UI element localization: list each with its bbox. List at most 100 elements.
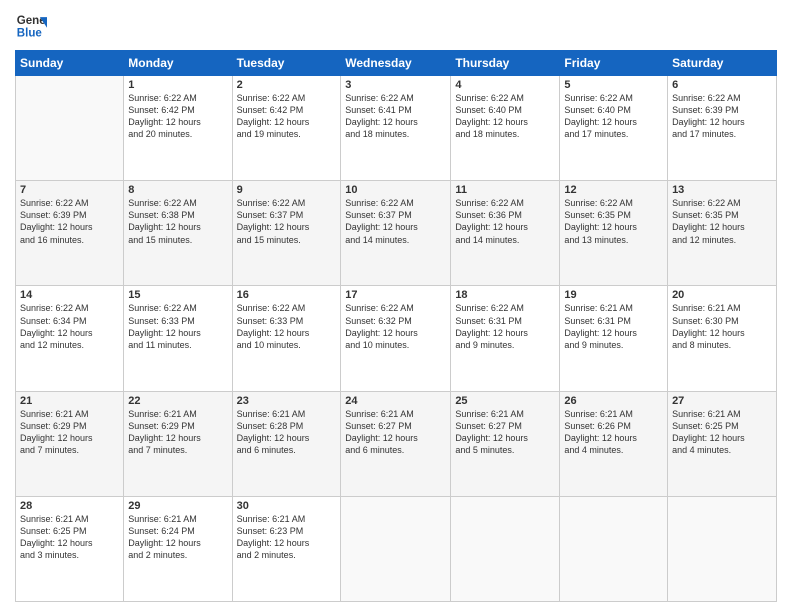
- calendar-cell: 15Sunrise: 6:22 AM Sunset: 6:33 PM Dayli…: [124, 286, 232, 391]
- day-info: Sunrise: 6:21 AM Sunset: 6:25 PM Dayligh…: [20, 513, 119, 562]
- calendar-cell: 2Sunrise: 6:22 AM Sunset: 6:42 PM Daylig…: [232, 76, 341, 181]
- day-number: 19: [564, 289, 663, 301]
- calendar-cell: [16, 76, 124, 181]
- calendar-week-row: 21Sunrise: 6:21 AM Sunset: 6:29 PM Dayli…: [16, 391, 777, 496]
- calendar-cell: 11Sunrise: 6:22 AM Sunset: 6:36 PM Dayli…: [451, 181, 560, 286]
- day-number: 30: [237, 500, 337, 512]
- calendar-cell: [341, 496, 451, 601]
- day-info: Sunrise: 6:22 AM Sunset: 6:37 PM Dayligh…: [237, 197, 337, 246]
- day-info: Sunrise: 6:22 AM Sunset: 6:38 PM Dayligh…: [128, 197, 227, 246]
- day-number: 3: [345, 79, 446, 91]
- day-number: 11: [455, 184, 555, 196]
- day-info: Sunrise: 6:21 AM Sunset: 6:29 PM Dayligh…: [128, 408, 227, 457]
- day-info: Sunrise: 6:21 AM Sunset: 6:27 PM Dayligh…: [455, 408, 555, 457]
- day-info: Sunrise: 6:22 AM Sunset: 6:35 PM Dayligh…: [564, 197, 663, 246]
- day-number: 22: [128, 395, 227, 407]
- calendar-day-header: Sunday: [16, 51, 124, 76]
- day-info: Sunrise: 6:21 AM Sunset: 6:25 PM Dayligh…: [672, 408, 772, 457]
- calendar-day-header: Monday: [124, 51, 232, 76]
- day-info: Sunrise: 6:21 AM Sunset: 6:27 PM Dayligh…: [345, 408, 446, 457]
- calendar-cell: 16Sunrise: 6:22 AM Sunset: 6:33 PM Dayli…: [232, 286, 341, 391]
- calendar-cell: 7Sunrise: 6:22 AM Sunset: 6:39 PM Daylig…: [16, 181, 124, 286]
- svg-text:General: General: [17, 15, 47, 27]
- calendar-cell: 26Sunrise: 6:21 AM Sunset: 6:26 PM Dayli…: [560, 391, 668, 496]
- day-info: Sunrise: 6:22 AM Sunset: 6:34 PM Dayligh…: [20, 302, 119, 351]
- day-number: 9: [237, 184, 337, 196]
- calendar-cell: 3Sunrise: 6:22 AM Sunset: 6:41 PM Daylig…: [341, 76, 451, 181]
- calendar: SundayMondayTuesdayWednesdayThursdayFrid…: [15, 50, 777, 602]
- calendar-cell: 30Sunrise: 6:21 AM Sunset: 6:23 PM Dayli…: [232, 496, 341, 601]
- calendar-cell: 8Sunrise: 6:22 AM Sunset: 6:38 PM Daylig…: [124, 181, 232, 286]
- day-number: 10: [345, 184, 446, 196]
- day-info: Sunrise: 6:22 AM Sunset: 6:33 PM Dayligh…: [128, 302, 227, 351]
- day-info: Sunrise: 6:21 AM Sunset: 6:24 PM Dayligh…: [128, 513, 227, 562]
- day-info: Sunrise: 6:21 AM Sunset: 6:23 PM Dayligh…: [237, 513, 337, 562]
- day-number: 18: [455, 289, 555, 301]
- calendar-cell: 21Sunrise: 6:21 AM Sunset: 6:29 PM Dayli…: [16, 391, 124, 496]
- calendar-cell: 25Sunrise: 6:21 AM Sunset: 6:27 PM Dayli…: [451, 391, 560, 496]
- calendar-cell: 13Sunrise: 6:22 AM Sunset: 6:35 PM Dayli…: [668, 181, 777, 286]
- header: General Blue: [15, 10, 777, 42]
- calendar-body: 1 Sunrise: 6:22 AM Sunset: 6:42 PM Daylig…: [16, 76, 777, 602]
- calendar-cell: 6Sunrise: 6:22 AM Sunset: 6:39 PM Daylig…: [668, 76, 777, 181]
- day-number: 15: [128, 289, 227, 301]
- day-number: 24: [345, 395, 446, 407]
- svg-text:Blue: Blue: [17, 28, 43, 40]
- day-info: Sunrise: 6:21 AM Sunset: 6:28 PM Dayligh…: [237, 408, 337, 457]
- day-number: 13: [672, 184, 772, 196]
- calendar-cell: 24Sunrise: 6:21 AM Sunset: 6:27 PM Dayli…: [341, 391, 451, 496]
- day-info: Sunrise: 6:21 AM Sunset: 6:31 PM Dayligh…: [564, 302, 663, 351]
- calendar-cell: 17Sunrise: 6:22 AM Sunset: 6:32 PM Dayli…: [341, 286, 451, 391]
- day-number: 20: [672, 289, 772, 301]
- day-number: 23: [237, 395, 337, 407]
- calendar-cell: [451, 496, 560, 601]
- day-number: 21: [20, 395, 119, 407]
- calendar-day-header: Wednesday: [341, 51, 451, 76]
- day-info: Sunrise: 6:22 AM Sunset: 6:39 PM Dayligh…: [672, 92, 772, 141]
- calendar-day-header: Saturday: [668, 51, 777, 76]
- day-number: 14: [20, 289, 119, 301]
- day-number: 26: [564, 395, 663, 407]
- day-number: 16: [237, 289, 337, 301]
- calendar-cell: 29Sunrise: 6:21 AM Sunset: 6:24 PM Dayli…: [124, 496, 232, 601]
- day-info: Sunrise: 6:22 AM Sunset: 6:35 PM Dayligh…: [672, 197, 772, 246]
- calendar-cell: 19Sunrise: 6:21 AM Sunset: 6:31 PM Dayli…: [560, 286, 668, 391]
- day-number: 25: [455, 395, 555, 407]
- day-info: Sunrise: 6:22 AM Sunset: 6:40 PM Dayligh…: [455, 92, 555, 141]
- calendar-week-row: 1 Sunrise: 6:22 AM Sunset: 6:42 PM Daylig…: [16, 76, 777, 181]
- calendar-cell: 12Sunrise: 6:22 AM Sunset: 6:35 PM Dayli…: [560, 181, 668, 286]
- calendar-cell: [668, 496, 777, 601]
- calendar-cell: 10Sunrise: 6:22 AM Sunset: 6:37 PM Dayli…: [341, 181, 451, 286]
- day-info: Sunrise: 6:22 AM Sunset: 6:40 PM Dayligh…: [564, 92, 663, 141]
- day-info: Sunrise: 6:22 AM Sunset: 6:31 PM Dayligh…: [455, 302, 555, 351]
- day-info: Sunrise: 6:22 AM Sunset: 6:42 PM Dayligh…: [237, 92, 337, 141]
- calendar-cell: 5Sunrise: 6:22 AM Sunset: 6:40 PM Daylig…: [560, 76, 668, 181]
- calendar-week-row: 7Sunrise: 6:22 AM Sunset: 6:39 PM Daylig…: [16, 181, 777, 286]
- day-info: Sunrise: 6:21 AM Sunset: 6:30 PM Dayligh…: [672, 302, 772, 351]
- page: General Blue SundayMondayTuesdayWednesda…: [0, 0, 792, 612]
- calendar-cell: 20Sunrise: 6:21 AM Sunset: 6:30 PM Dayli…: [668, 286, 777, 391]
- logo-icon: General Blue: [15, 10, 47, 42]
- day-number: 29: [128, 500, 227, 512]
- day-number: 27: [672, 395, 772, 407]
- calendar-cell: 1Sunrise: 6:22 AM Sunset: 6:42 PM Daylig…: [124, 76, 232, 181]
- logo: General Blue: [15, 10, 47, 42]
- day-info: Sunrise: 6:22 AM Sunset: 6:36 PM Dayligh…: [455, 197, 555, 246]
- calendar-header-row: SundayMondayTuesdayWednesdayThursdayFrid…: [16, 51, 777, 76]
- calendar-cell: 22Sunrise: 6:21 AM Sunset: 6:29 PM Dayli…: [124, 391, 232, 496]
- calendar-cell: 27Sunrise: 6:21 AM Sunset: 6:25 PM Dayli…: [668, 391, 777, 496]
- calendar-cell: 9Sunrise: 6:22 AM Sunset: 6:37 PM Daylig…: [232, 181, 341, 286]
- day-info: Sunrise: 6:21 AM Sunset: 6:29 PM Dayligh…: [20, 408, 119, 457]
- day-info: Sunrise: 6:21 AM Sunset: 6:26 PM Dayligh…: [564, 408, 663, 457]
- calendar-cell: 18Sunrise: 6:22 AM Sunset: 6:31 PM Dayli…: [451, 286, 560, 391]
- day-number: 1: [128, 79, 227, 91]
- calendar-cell: 14Sunrise: 6:22 AM Sunset: 6:34 PM Dayli…: [16, 286, 124, 391]
- day-number: 4: [455, 79, 555, 91]
- calendar-cell: [560, 496, 668, 601]
- day-number: 28: [20, 500, 119, 512]
- calendar-week-row: 14Sunrise: 6:22 AM Sunset: 6:34 PM Dayli…: [16, 286, 777, 391]
- calendar-cell: 23Sunrise: 6:21 AM Sunset: 6:28 PM Dayli…: [232, 391, 341, 496]
- day-number: 12: [564, 184, 663, 196]
- day-info: Sunrise: 6:22 AM Sunset: 6:32 PM Dayligh…: [345, 302, 446, 351]
- day-info: Sunrise: 6:22 AM Sunset: 6:33 PM Dayligh…: [237, 302, 337, 351]
